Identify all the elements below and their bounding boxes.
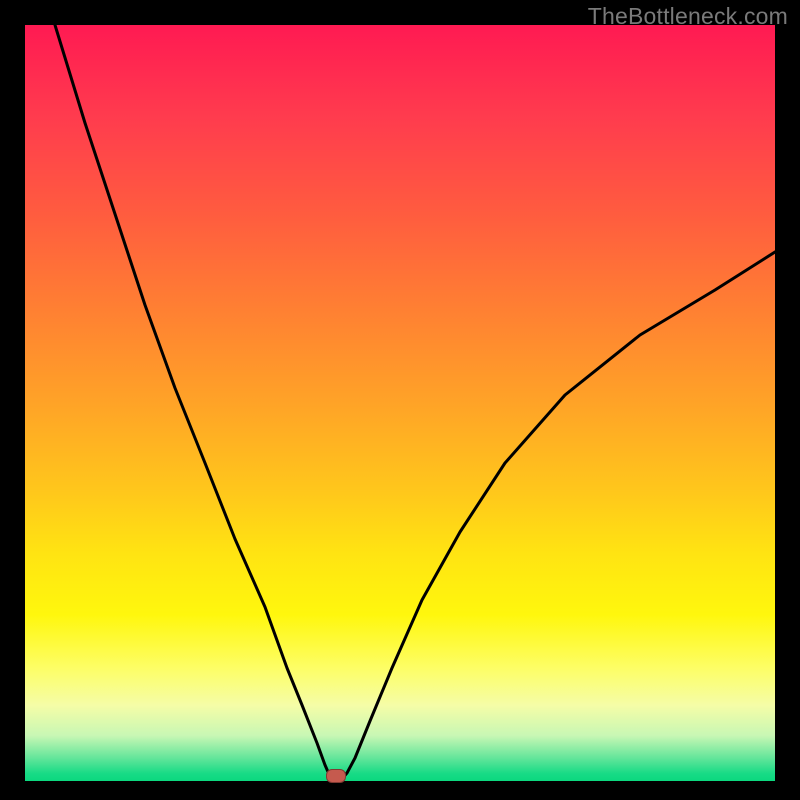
- watermark-text: TheBottleneck.com: [588, 3, 788, 30]
- chart-frame: TheBottleneck.com: [0, 0, 800, 800]
- bottleneck-curve: [25, 25, 775, 781]
- optimal-marker: [326, 769, 346, 783]
- plot-area: [25, 25, 775, 781]
